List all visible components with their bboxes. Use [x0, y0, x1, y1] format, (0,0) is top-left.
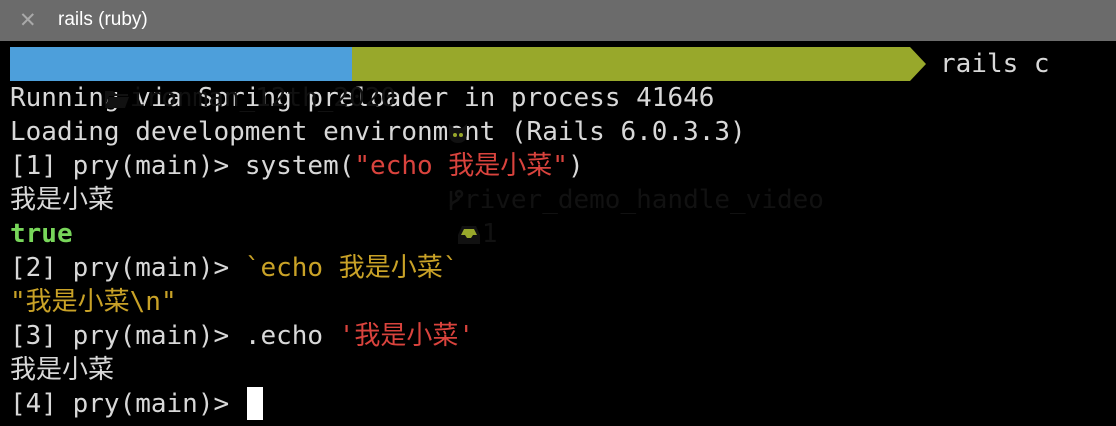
return-value: true: [10, 219, 73, 249]
shell-prompt: ironman_12th_2020 river_demo_handle_vide…: [0, 47, 1116, 249]
pry-prompt: [3] pry(main)>: [10, 321, 245, 351]
return-value: "我是小菜\n": [10, 287, 177, 317]
pry-input-line[interactable]: [4] pry(main)>: [0, 387, 1116, 421]
close-icon[interactable]: ✕: [19, 9, 39, 31]
github-icon: [448, 124, 467, 143]
pry-input-line: [1] pry(main)> system("echo 我是小菜"): [0, 149, 1116, 183]
terminal-output[interactable]: ironman_12th_2020 river_demo_handle_vide…: [0, 47, 1116, 421]
output-line: 我是小菜: [10, 355, 115, 385]
prompt-git-segment: river_demo_handle_video 1: [352, 47, 910, 249]
output-line: Loading development environment (Rails 6…: [10, 117, 746, 147]
pry-prompt: [4] pry(main)>: [10, 389, 245, 419]
prompt-stash-count: 1: [481, 219, 498, 249]
code-token: system(: [244, 151, 355, 181]
branch-icon: [449, 189, 464, 210]
prompt-separator: [910, 47, 926, 81]
code-token: ): [567, 151, 584, 181]
inbox-icon: [457, 226, 480, 244]
pry-prompt: [2] pry(main)>: [10, 253, 245, 283]
text-cursor[interactable]: [246, 387, 263, 420]
tab-title[interactable]: rails (ruby): [58, 8, 148, 32]
prompt-command: rails c: [940, 49, 1050, 79]
code-token: .echo: [244, 321, 339, 351]
folder-icon: [104, 91, 129, 108]
prompt-dir-segment: ironman_12th_2020: [10, 47, 396, 113]
tab-bar: ✕ rails (ruby): [0, 0, 1116, 41]
pry-prompt: [1] pry(main)>: [10, 151, 245, 181]
string-literal: '我是小菜': [338, 321, 475, 351]
pry-input-line: [2] pry(main)> `echo 我是小菜`: [0, 251, 1116, 285]
pry-input-line: [3] pry(main)> .echo '我是小菜': [0, 319, 1116, 353]
prompt-branch: river_demo_handle_video: [463, 185, 824, 215]
